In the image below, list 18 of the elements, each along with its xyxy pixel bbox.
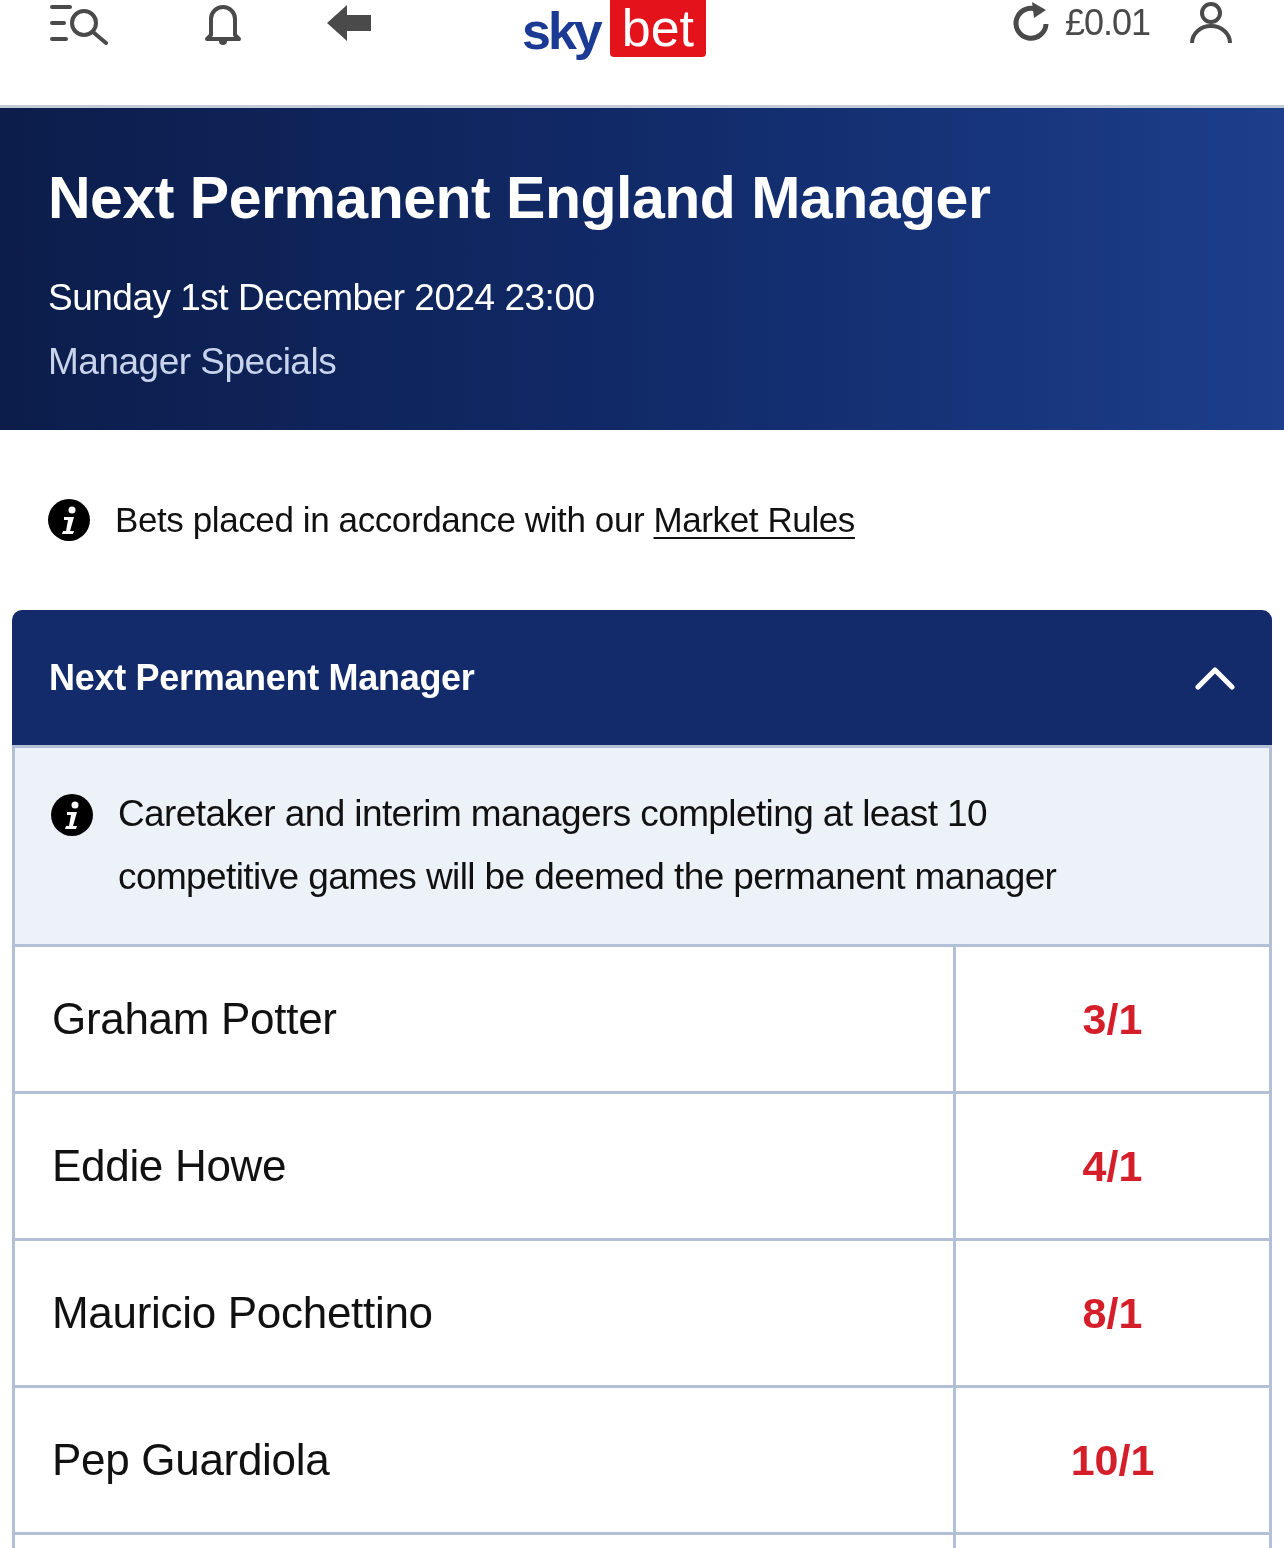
info-icon: [48, 499, 90, 541]
info-icon: [51, 794, 93, 836]
selection-name: Mauricio Pochettino: [52, 1287, 433, 1339]
market-rules-link[interactable]: Market Rules: [653, 499, 855, 539]
market-info-text: Caretaker and interim managers completing at least 10 competitive games will be deemed the permanent manager: [118, 792, 1058, 899]
left-arrow-icon: [327, 5, 371, 41]
market-header[interactable]: Next Permanent Manager: [12, 610, 1272, 745]
account-button[interactable]: [1188, 0, 1234, 46]
market-rules-notice: Bets placed in accordance with our Market Rules: [115, 498, 855, 541]
event-title: Next Permanent England Manager: [48, 164, 991, 232]
event-category: Manager Specials: [48, 340, 337, 384]
selection-name: Pep Guardiola: [52, 1434, 330, 1486]
event-date: Sunday 1st December 2024 23:00: [48, 276, 595, 320]
user-icon: [1189, 1, 1233, 45]
account-balance: £0.01: [1064, 1, 1150, 45]
logo-word: bet: [609, 0, 707, 57]
selection-name: Graham Potter: [52, 993, 337, 1045]
selection-name: Eddie Howe: [52, 1140, 287, 1192]
